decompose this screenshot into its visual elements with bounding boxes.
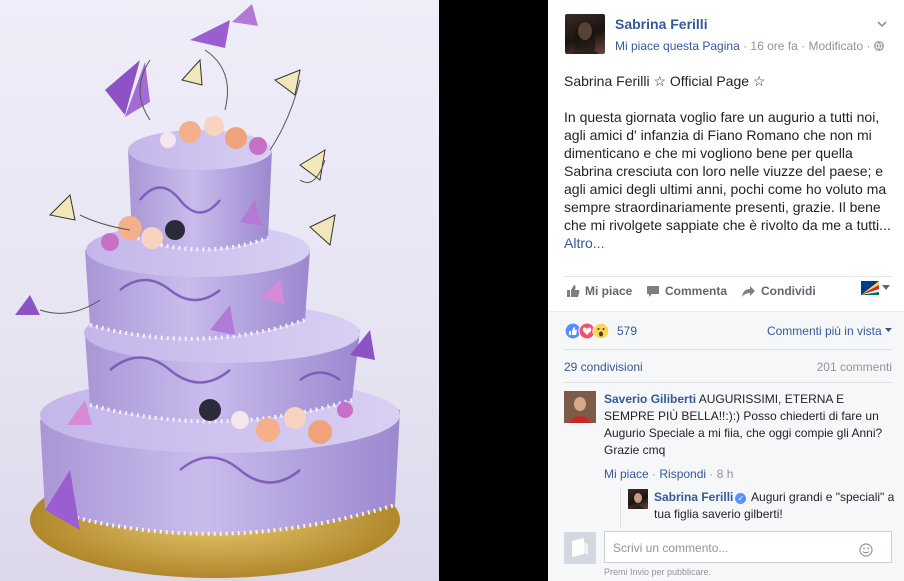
like-button[interactable]: Mi piace [566,284,632,298]
like-button-label: Mi piace [585,284,633,298]
comment-text: Saverio Giliberti AUGURISSIMI, ETERNA E … [604,391,889,459]
comment-reply-link[interactable]: Rispondi [659,467,706,481]
post-actions: Mi piace Commenta Condividi [564,276,892,306]
comment-button-label: Commenta [665,284,728,298]
comment-meta-separator-2: · [706,467,717,481]
post-text: Sabrina Ferilli ☆ Official Page ☆ In que… [564,72,894,252]
caret-down-icon [885,328,892,332]
comment-timestamp[interactable]: 8 h [717,467,734,481]
comment-actions: Mi piace · Rispondi · 8 h [604,467,733,481]
post-body-content: In questa giornata voglio fare un auguri… [564,109,891,233]
comment-composer: Scrivi un commento... Premi Invio per pu… [548,528,904,581]
stats-inner: 29 condivisioni 201 commenti [564,349,892,383]
meta-separator-2: · [797,39,809,53]
reply-author-name[interactable]: Sabrina Ferilli [654,490,733,504]
post-meta: Mi piace questa Pagina · 16 ore fa · Mod… [615,39,884,53]
post-timestamp[interactable]: 16 ore fa [750,39,797,53]
see-more-link[interactable]: Altro... [564,235,604,251]
share-arrow-icon [742,285,755,297]
comments-count: 201 commenti [816,360,892,374]
commenter-avatar[interactable] [564,391,596,423]
share-button-label: Condividi [761,284,816,298]
cake-illustration [15,4,400,578]
reactions-bar: 579 Commenti più in vista [548,311,904,349]
reply-thread-line [620,489,621,533]
stats-bar: 29 condivisioni 201 commenti [548,349,904,383]
comment-button[interactable]: Commenta [646,284,727,298]
reply-item: Sabrina Ferilli ✓ Auguri grandi e "specia… [620,489,904,533]
comment-input-placeholder: Scrivi un commento... [613,541,729,555]
thumbs-up-icon [567,285,580,297]
edited-label[interactable]: Modificato [808,39,863,53]
shares-count-link[interactable]: 29 condivisioni [564,360,643,374]
reply-text: Sabrina Ferilli ✓ Auguri grandi e "specia… [654,489,904,523]
emoji-icon[interactable] [859,543,873,557]
reaction-count[interactable]: 579 [617,324,637,338]
viewer-avatar [564,532,596,564]
post-photo-cake[interactable] [0,0,439,581]
comment-meta-separator: · [648,467,660,481]
reply-author-avatar[interactable] [628,489,648,509]
like-page-link[interactable]: Mi piace questa Pagina [615,39,740,53]
reaction-icons[interactable] [564,322,610,340]
profile-photo-icon [564,391,596,423]
post-title-line: Sabrina Ferilli ☆ Official Page ☆ [564,73,766,89]
globe-icon [873,41,884,51]
flag-icon [861,281,879,295]
speech-bubble-icon [647,285,659,297]
comment-sort-label: Commenti più in vista [766,324,882,338]
wow-reaction-icon [592,322,610,340]
meta-separator: · [739,39,751,53]
post-body-text: In questa giornata voglio fare un auguri… [564,108,894,252]
profile-photo-icon [631,493,645,509]
comment-sort-dropdown[interactable]: Commenti più in vista [767,324,892,338]
comment-input[interactable]: Scrivi un commento... [604,531,892,563]
profile-photo-icon [571,21,599,54]
commenter-name[interactable]: Saverio Giliberti [604,392,696,406]
page-name-link[interactable]: Sabrina Ferilli [615,16,708,32]
caret-down-icon [882,285,890,290]
comment-like-link[interactable]: Mi piace [604,467,649,481]
comments-section: Saverio Giliberti AUGURISSIMI, ETERNA E … [548,383,904,581]
chevron-down-icon[interactable] [876,18,888,30]
page-avatar[interactable] [565,14,605,54]
post-as-selector[interactable] [861,281,890,295]
post-panel: Sabrina Ferilli Mi piace questa Pagina ·… [548,0,904,581]
photo-viewer [0,0,548,581]
post-header: Sabrina Ferilli Mi piace questa Pagina ·… [548,0,904,64]
share-button[interactable]: Condividi [741,284,816,298]
verified-badge-icon: ✓ [735,493,747,504]
page-placeholder-icon [564,532,596,564]
enter-to-post-hint: Premi Invio per pubblicare. [604,567,712,577]
meta-separator-3: · [863,39,874,53]
